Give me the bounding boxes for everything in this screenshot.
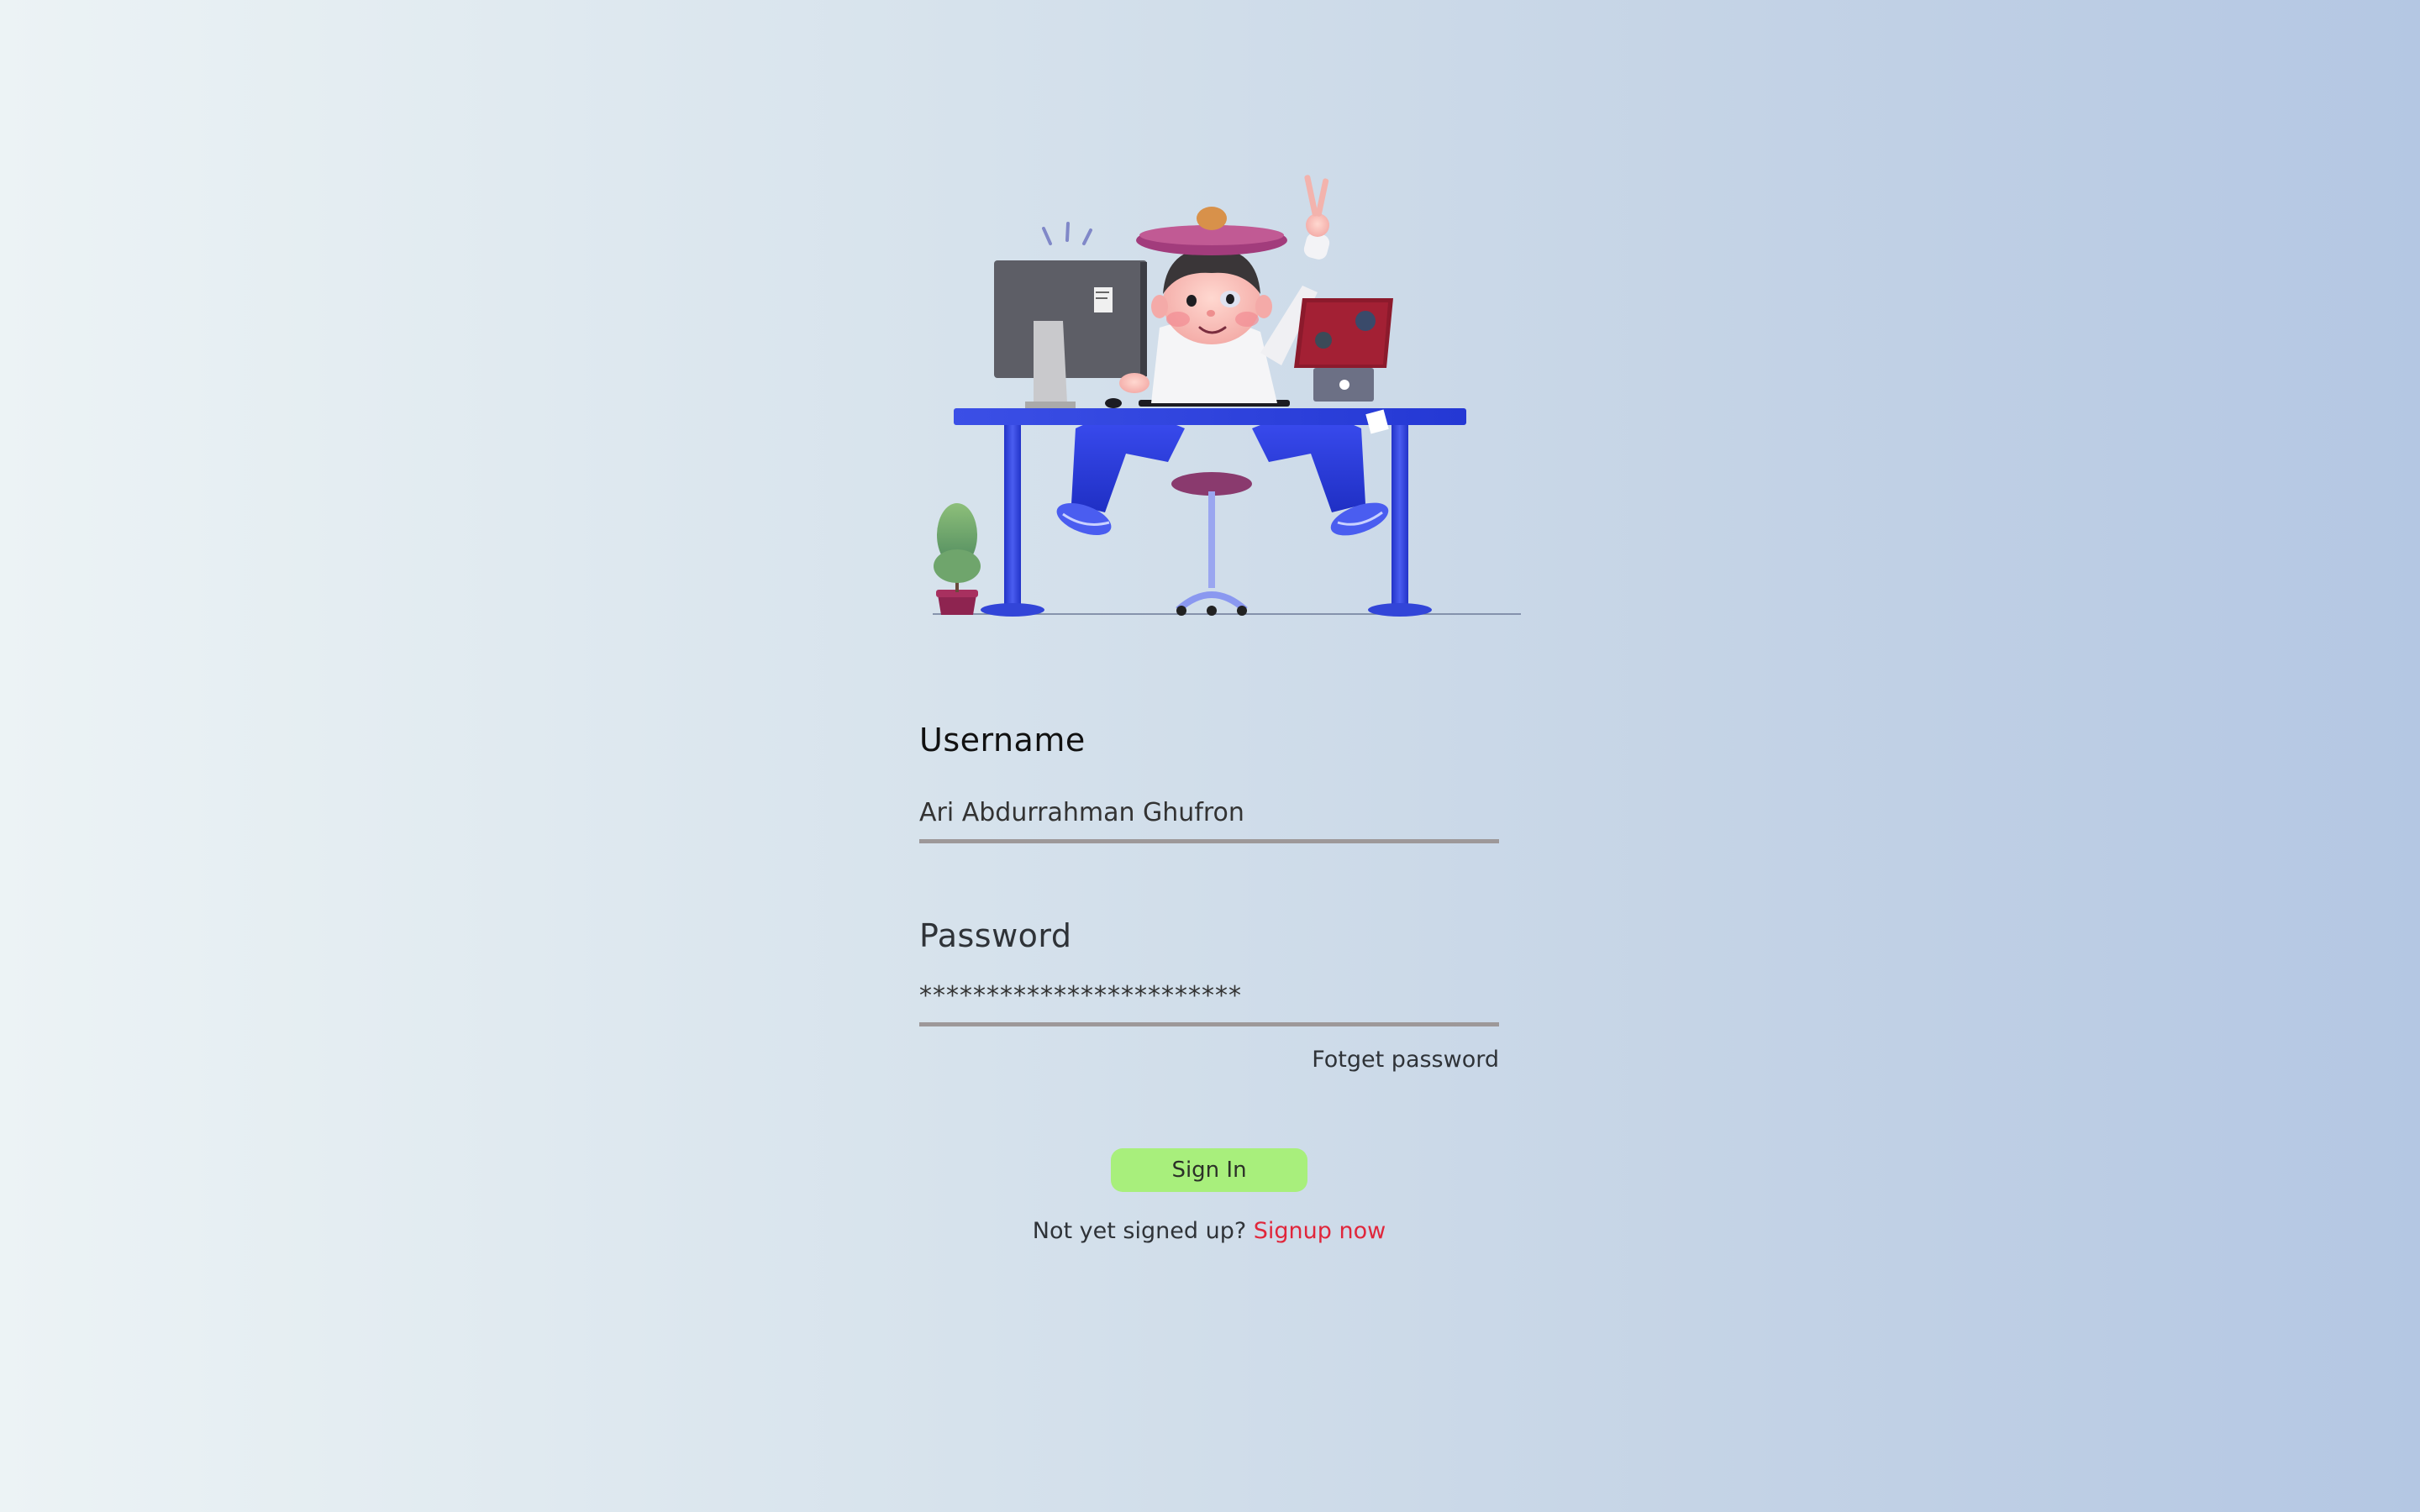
desk-leg-left <box>1004 420 1021 606</box>
signup-prompt-text: Not yet signed up? <box>1032 1218 1247 1244</box>
character-head <box>1136 207 1287 344</box>
signup-now-link[interactable]: Signup now <box>1254 1218 1386 1244</box>
username-input[interactable] <box>919 798 1499 843</box>
mouse <box>1105 398 1122 408</box>
password-label: Password <box>919 917 1072 954</box>
signup-prompt: Not yet signed up? Signup now <box>919 1218 1499 1244</box>
login-page: Username Password Fotget password Sign I… <box>0 0 2420 1512</box>
desk-leg-right <box>1392 420 1408 606</box>
plant-icon <box>934 503 981 615</box>
laptop-icon <box>1294 298 1393 402</box>
password-input[interactable] <box>919 981 1499 1026</box>
forgot-password-link[interactable]: Fotget password <box>919 1047 1499 1073</box>
username-label: Username <box>919 722 1086 759</box>
sign-in-button[interactable]: Sign In <box>1111 1148 1307 1192</box>
chair-icon <box>1171 472 1252 616</box>
desk-top <box>954 408 1466 425</box>
desk-character-illustration <box>933 175 1521 617</box>
